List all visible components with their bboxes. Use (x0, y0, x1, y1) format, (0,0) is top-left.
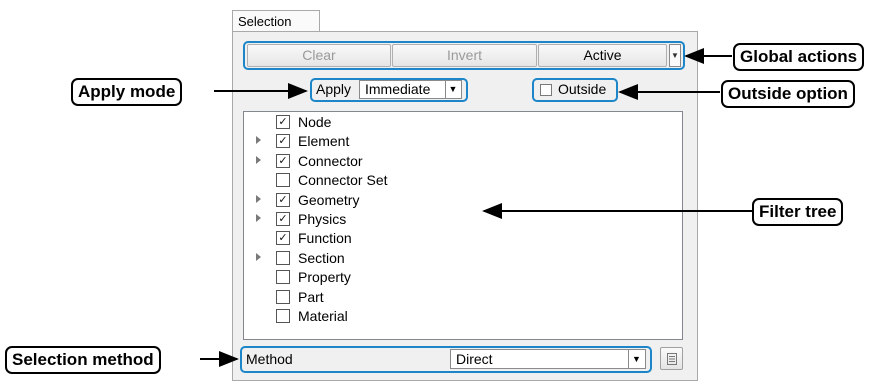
tree-item-label: Geometry (298, 191, 360, 208)
tree-checkbox[interactable]: ✓ (276, 134, 290, 149)
tree-checkbox[interactable]: ✓ (276, 192, 290, 207)
tree-item-label: Material (298, 308, 348, 324)
tree-checkbox[interactable]: ✓ (276, 153, 290, 168)
callout-selection-method: Selection method (5, 346, 161, 374)
tree-checkbox[interactable]: ✓ (276, 231, 290, 246)
callout-filter-tree: Filter tree (752, 198, 844, 226)
tree-checkbox[interactable]: ✓ (276, 115, 290, 129)
callout-apply-mode: Apply mode (71, 78, 183, 106)
tree-checkbox[interactable] (276, 309, 290, 323)
tree-checkbox[interactable] (276, 289, 290, 304)
expand-arrow-icon[interactable] (256, 214, 261, 222)
tree-item-label: Property (298, 269, 351, 286)
tree-item-label: Connector Set (298, 172, 388, 189)
tree-item-label: Connector (298, 152, 363, 169)
expand-arrow-icon[interactable] (256, 155, 261, 164)
tree-item-label: Node (298, 114, 332, 130)
expand-arrow-icon[interactable] (256, 252, 261, 261)
tree-checkbox[interactable] (276, 173, 290, 188)
expand-arrow-icon[interactable] (256, 194, 261, 203)
callout-global-actions: Global actions (733, 43, 865, 71)
callout-outside-option: Outside option (721, 80, 855, 108)
tree-checkbox[interactable]: ✓ (276, 212, 290, 226)
expand-arrow-icon[interactable] (256, 136, 261, 145)
tree-item-label: Part (298, 288, 324, 305)
tree-item-label: Section (298, 249, 345, 266)
tree-item-label: Physics (298, 211, 347, 227)
tree-checkbox[interactable] (276, 250, 290, 265)
tree-item-label: Function (298, 230, 352, 247)
tree-item-label: Element (298, 133, 350, 150)
tree-checkbox[interactable] (276, 270, 290, 285)
